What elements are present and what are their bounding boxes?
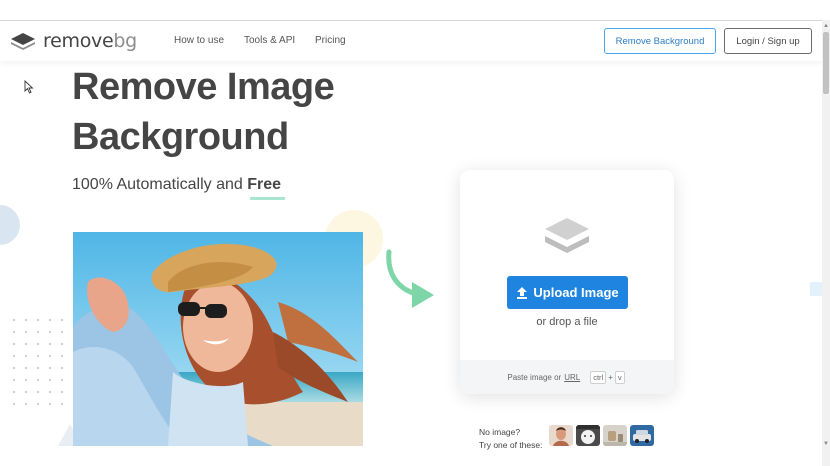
no-image-text: No image? Try one of these: [479,426,542,452]
nav-how-to-use[interactable]: How to use [174,35,224,46]
sample-image-2[interactable] [576,425,600,446]
logo-suffix: bg [113,30,137,52]
layers-icon [11,33,35,50]
navbar: removebg How to use Tools & API Pricing … [0,21,822,61]
drop-file-text: or drop a file [536,316,598,328]
curved-arrow-icon [384,248,440,319]
decorative-square [810,282,822,296]
key-ctrl: ctrl [590,370,607,384]
mouse-pointer-icon [24,79,34,99]
sample-image-1[interactable] [549,425,573,446]
upload-button-label: Upload Image [533,285,619,300]
title-line-1: Remove Image [72,66,335,108]
paste-label: Paste image or [507,372,562,382]
keyboard-shortcut: ctrl + v [588,370,626,384]
sample-image-3[interactable] [603,425,627,446]
upload-card[interactable]: Upload Image or drop a file Paste image … [460,170,674,394]
no-image-line-2: Try one of these: [479,440,543,450]
title-line-2: Background [72,116,289,158]
subtitle-text: 100% Automatically and [72,176,248,193]
login-signup-button[interactable]: Login / Sign up [724,28,812,54]
paste-url-link[interactable]: URL [564,373,580,382]
paste-footer: Paste image or URL ctrl + v [460,360,674,394]
scrollbar[interactable]: ▲ ▼ [822,20,830,466]
remove-background-button[interactable]: Remove Background [604,28,716,54]
decorative-dot-grid [8,314,68,414]
key-v: v [614,370,625,384]
nav-tools-api[interactable]: Tools & API [244,35,295,46]
sample-image-4[interactable] [630,425,654,446]
nav-pricing[interactable]: Pricing [315,35,346,46]
scroll-up-arrow-icon[interactable]: ▲ [822,22,830,30]
scroll-thumb[interactable] [823,32,829,94]
scroll-down-arrow-icon[interactable]: ▼ [822,440,830,448]
key-plus: + [608,372,613,382]
logo[interactable]: removebg [10,30,137,52]
highlight-underline [250,197,285,200]
logo-text: removebg [43,30,137,52]
hero-subtitle: 100% Automatically and Free [72,176,281,194]
layers-icon [543,216,591,263]
no-image-line-1: No image? [479,427,521,437]
page-title: Remove Image Background [72,62,335,162]
hero-image [73,232,363,446]
subtitle-highlight: Free [247,176,282,193]
decorative-circle-blue [0,205,20,245]
upload-arrow-icon [517,286,528,299]
upload-image-button[interactable]: Upload Image [507,276,628,309]
